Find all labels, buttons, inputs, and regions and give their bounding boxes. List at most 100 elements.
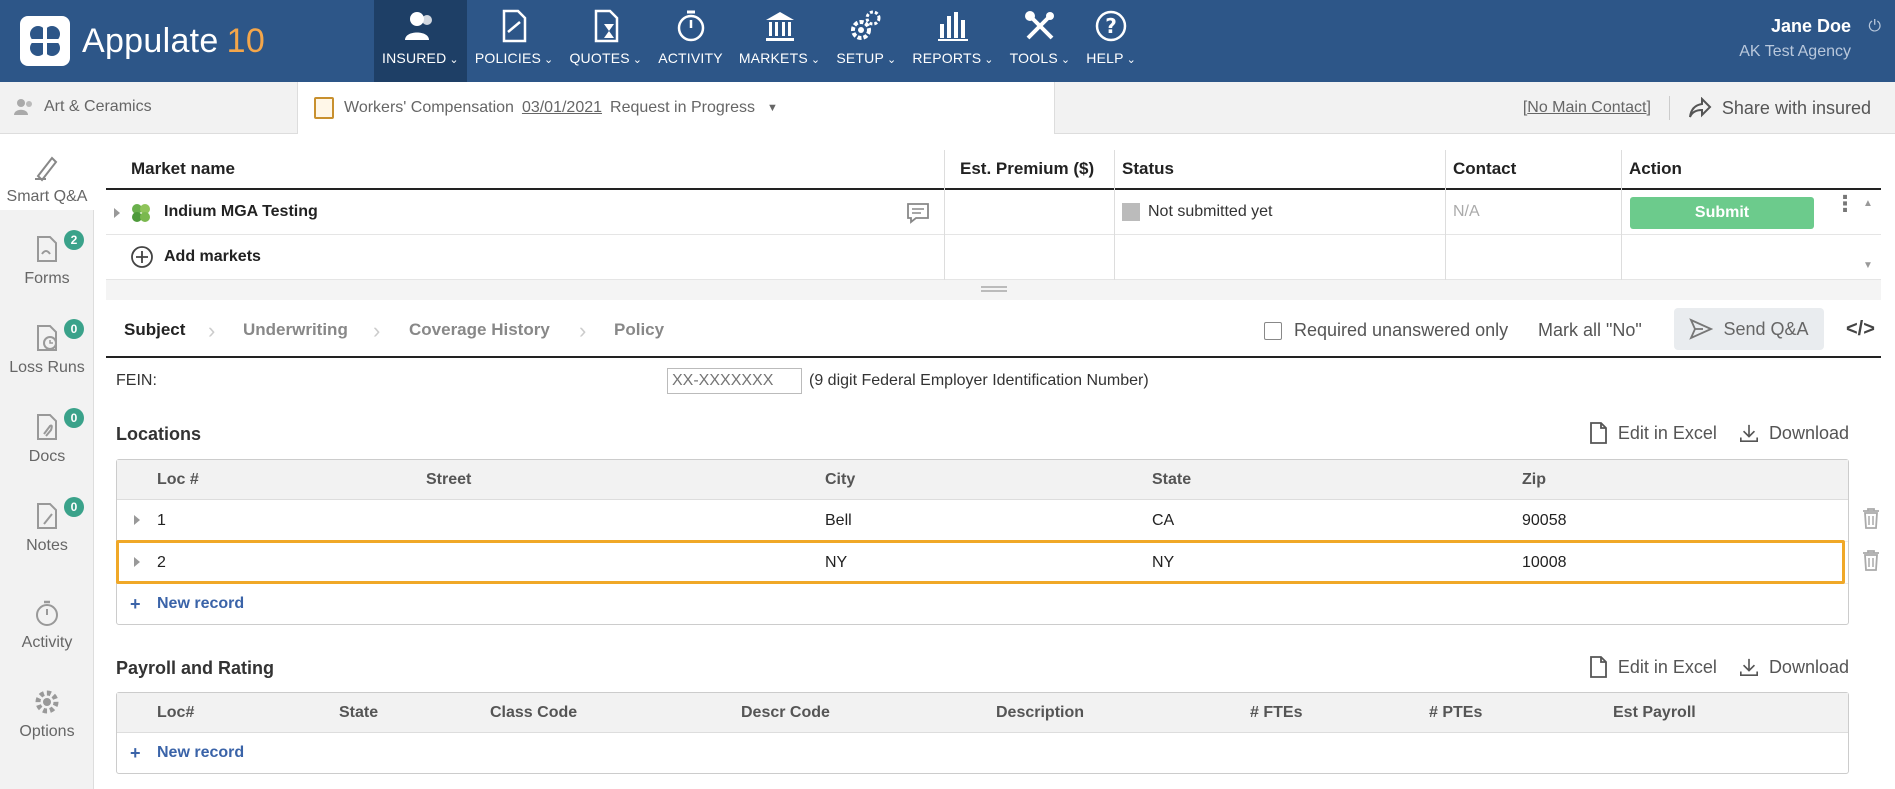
- col-loc-number: Loc #: [157, 470, 199, 488]
- caret-down-icon: ▼: [766, 102, 778, 114]
- market-name[interactable]: Indium MGA Testing: [164, 190, 318, 234]
- markets-table: Market name Est. Premium ($) Status Cont…: [106, 150, 1881, 280]
- fein-input[interactable]: [667, 368, 802, 394]
- table-row[interactable]: 2 NY NY 10008: [117, 542, 1848, 584]
- trash-icon[interactable]: [1862, 507, 1880, 529]
- nav-markets[interactable]: MARKETS ⌄: [731, 0, 829, 82]
- add-markets-button[interactable]: Add markets: [130, 235, 261, 279]
- required-only-label: Required unanswered only: [1294, 320, 1509, 340]
- chevron-down-icon: ⌄: [810, 54, 821, 66]
- loc-zip: 10008: [1522, 553, 1567, 571]
- app-logo[interactable]: Appulate 10: [20, 15, 265, 67]
- panel-splitter[interactable]: [106, 280, 1881, 300]
- trash-icon[interactable]: [1862, 549, 1880, 571]
- chevron-down-icon: ⌄: [984, 54, 994, 66]
- quotes-icon: [594, 9, 619, 43]
- policy-selector[interactable]: Workers' Compensation 03/01/2021 Request…: [297, 82, 1055, 134]
- tab-coverage-history[interactable]: Coverage History: [409, 320, 550, 340]
- insured-link[interactable]: Art & Ceramics: [14, 98, 152, 116]
- payroll-new-record-button[interactable]: + New record: [117, 733, 1848, 773]
- loc-state: CA: [1152, 511, 1175, 529]
- main-nav: INSURED ⌄ POLICIES ⌄ QUOTES ⌄ ACTIVITY MARK…: [374, 0, 1144, 82]
- col-contact: Contact: [1453, 159, 1517, 178]
- sidebar-item-label: Smart Q&A: [6, 188, 88, 205]
- nav-label: REPORTS: [912, 50, 982, 66]
- loc-zip: 90058: [1522, 511, 1567, 529]
- divider: [1668, 96, 1670, 120]
- nav-label: MARKETS: [738, 50, 808, 66]
- no-main-contact-link[interactable]: No Main Contact: [1527, 99, 1646, 117]
- market-row[interactable]: Indium MGA Testing Not submitted yet N/A…: [106, 190, 1881, 235]
- tab-underwriting[interactable]: Underwriting: [243, 320, 348, 340]
- sidebar-item-loss-runs[interactable]: 0 Loss Runs: [0, 319, 94, 377]
- locations-download-button[interactable]: Download: [1739, 422, 1849, 444]
- scroll-down-icon[interactable]: ▼: [1863, 260, 1873, 271]
- nav-reports[interactable]: REPORTS ⌄: [904, 0, 1001, 82]
- send-qa-button[interactable]: Send Q&A: [1674, 308, 1824, 350]
- payroll-edit-in-excel-button[interactable]: Edit in Excel: [1588, 656, 1717, 678]
- nav-quotes[interactable]: QUOTES ⌄: [561, 0, 650, 82]
- new-record-label: New record: [157, 595, 245, 612]
- code-view-icon[interactable]: </>: [1846, 318, 1875, 341]
- expand-triangle-icon[interactable]: [134, 557, 140, 567]
- nav-help[interactable]: ? HELP ⌄: [1078, 0, 1144, 82]
- market-status: Not submitted yet: [1148, 203, 1273, 220]
- nav-tools[interactable]: TOOLS ⌄: [1002, 0, 1079, 82]
- drag-handle-icon[interactable]: [981, 286, 1007, 292]
- sidebar-item-docs[interactable]: 0 Docs: [0, 408, 94, 466]
- sidebar-item-forms[interactable]: 2 Forms: [0, 230, 94, 288]
- mark-all-no-button[interactable]: Mark all "No": [1538, 320, 1642, 341]
- sidebar-item-label: Options: [19, 723, 75, 740]
- policy-document-icon: [314, 97, 334, 119]
- share-icon: [1688, 97, 1712, 118]
- col-city: City: [825, 470, 856, 488]
- tab-subject[interactable]: Subject: [124, 320, 185, 340]
- col-ftes: # FTEs: [1250, 703, 1303, 721]
- locations-new-record-button[interactable]: + New record: [117, 584, 1848, 624]
- sidebar-item-notes[interactable]: 0 Notes: [0, 497, 94, 555]
- submit-button[interactable]: Submit: [1630, 197, 1814, 229]
- user-menu[interactable]: Jane Doe AK Test Agency: [1739, 16, 1851, 61]
- smart-qa-icon: [35, 156, 58, 182]
- payroll-download-button[interactable]: Download: [1739, 656, 1849, 678]
- locations-table: Loc # Street City State Zip 1 Bell CA 90…: [116, 459, 1849, 625]
- sidebar-item-label: Forms: [24, 270, 70, 287]
- table-row[interactable]: 1 Bell CA 90058: [117, 500, 1848, 542]
- nav-label: QUOTES: [569, 50, 630, 66]
- locations-edit-in-excel-button[interactable]: Edit in Excel: [1588, 422, 1717, 444]
- share-with-insured-button[interactable]: Share with insured: [1688, 97, 1871, 119]
- insured-people-icon: [14, 99, 32, 115]
- sidebar-item-options[interactable]: Options: [0, 687, 94, 741]
- col-street: Street: [426, 470, 472, 488]
- nav-setup[interactable]: SETUP ⌄: [828, 0, 904, 82]
- required-unanswered-toggle[interactable]: Required unanswered only: [1264, 320, 1508, 341]
- app-version: 10: [226, 21, 266, 60]
- nav-insured[interactable]: INSURED ⌄: [374, 0, 467, 82]
- docs-count-badge: 0: [64, 408, 84, 428]
- expand-triangle-icon[interactable]: [134, 515, 140, 525]
- scroll-up-icon[interactable]: ▲: [1863, 198, 1873, 209]
- sidebar-item-label: Notes: [26, 537, 68, 554]
- setup-icon: [851, 10, 881, 40]
- sidebar-item-smart-qa[interactable]: Smart Q&A: [0, 134, 94, 210]
- markets-header: Market name Est. Premium ($) Status Cont…: [106, 150, 1881, 190]
- required-only-checkbox[interactable]: [1264, 321, 1282, 340]
- kebab-menu-icon[interactable]: ⋮: [1834, 193, 1856, 215]
- tab-policy[interactable]: Policy: [614, 320, 664, 340]
- chevron-down-icon: ⌄: [1126, 54, 1137, 66]
- breadcrumb-chevron-icon: ›: [579, 318, 587, 343]
- appulate-logo-icon: [20, 16, 70, 66]
- plus-circle-icon: [131, 246, 153, 268]
- loc-number: 2: [157, 553, 166, 571]
- qa-tabs-bar: Subject › Underwriting › Coverage Histor…: [106, 304, 1881, 358]
- download-label: Download: [1768, 656, 1849, 677]
- sidebar-item-activity[interactable]: Activity: [0, 598, 94, 652]
- power-icon[interactable]: ⏻: [1868, 18, 1881, 36]
- nav-label: INSURED: [382, 50, 447, 66]
- nav-policies[interactable]: POLICIES ⌄: [467, 0, 562, 82]
- comment-icon[interactable]: [906, 202, 930, 224]
- col-class-code: Class Code: [490, 703, 578, 721]
- chevron-down-icon: ⌄: [1060, 54, 1071, 66]
- nav-activity[interactable]: ACTIVITY: [650, 0, 731, 82]
- expand-triangle-icon[interactable]: [114, 208, 120, 218]
